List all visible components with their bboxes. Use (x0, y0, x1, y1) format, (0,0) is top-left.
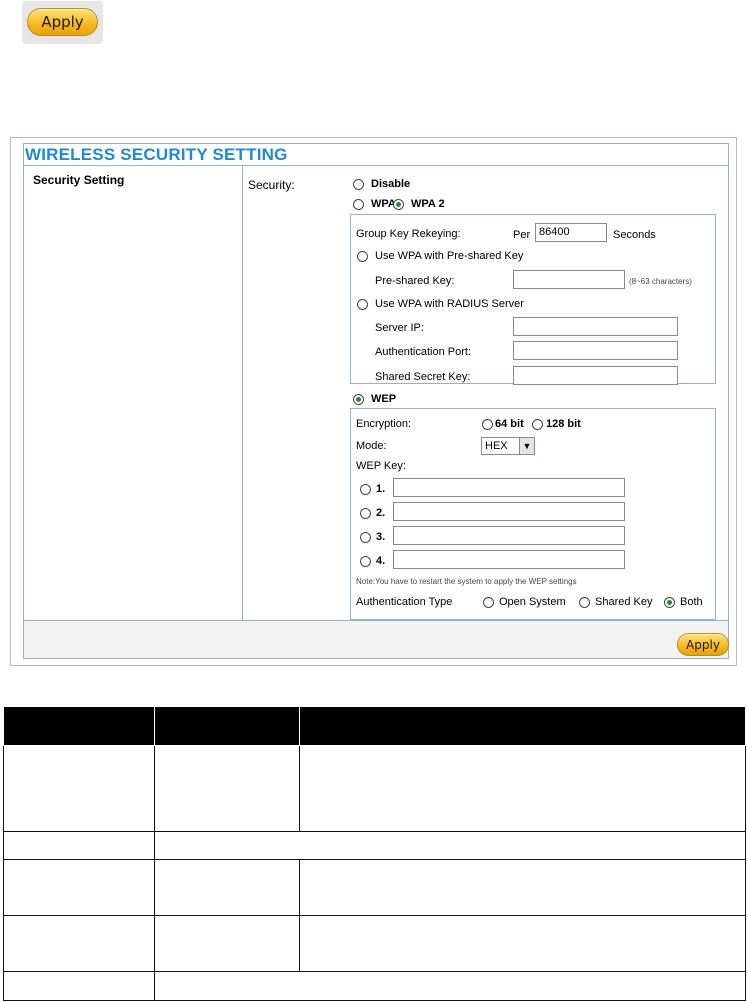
security-setting-label: Security Setting (33, 173, 125, 187)
wep-restart-note: Note:You have to restart the system to a… (356, 577, 577, 586)
mode-select-value: HEX (485, 440, 508, 452)
security-wep-radio[interactable] (353, 394, 364, 405)
mode-select[interactable]: HEX ▼ (481, 437, 535, 455)
table-cell (3, 859, 155, 916)
table-header-cell (154, 706, 300, 746)
security-label: Security: (248, 178, 295, 192)
encryption-64bit-radio[interactable] (482, 419, 493, 430)
table-row (3, 831, 746, 860)
wireless-security-panel: WIRELESS SECURITY SETTING Security Setti… (10, 137, 737, 666)
wep-key-1-input[interactable] (393, 478, 625, 497)
table-cell (3, 831, 155, 860)
table-cell (3, 915, 155, 972)
security-disable-radio[interactable] (353, 179, 364, 190)
page-title: WIRELESS SECURITY SETTING (24, 144, 728, 166)
wep-settings-box: Encryption: 64 bit 128 bit Mode: HEX ▼ W… (350, 408, 716, 620)
auth-open-system-radio[interactable] (483, 597, 494, 608)
encryption-128bit-radio[interactable] (532, 419, 543, 430)
group-key-rekeying-label: Group Key Rekeying: (356, 228, 461, 240)
table-header-cell (299, 706, 746, 746)
encryption-128bit-label: 128 bit (546, 418, 581, 430)
security-wpa2-radio[interactable] (393, 199, 404, 210)
chevron-down-icon: ▼ (519, 438, 534, 454)
auth-shared-key-radio[interactable] (579, 597, 590, 608)
wep-key-3-label: 3. (376, 531, 386, 543)
auth-both-label: Both (680, 596, 703, 608)
rekey-interval-input[interactable]: 86400 (535, 223, 607, 242)
table-cell (154, 831, 746, 860)
wep-key-2-input[interactable] (393, 502, 625, 521)
table-cell (299, 859, 746, 916)
wep-key-4-radio[interactable] (360, 556, 371, 567)
auth-shared-key-label: Shared Key (595, 596, 653, 608)
server-ip-label: Server IP: (375, 322, 424, 334)
table-cell (299, 915, 746, 972)
wpa-radius-radio[interactable] (357, 299, 368, 310)
security-wpa-radio[interactable] (353, 199, 364, 210)
wep-key-label: WEP Key: (356, 460, 406, 472)
table-cell (3, 971, 155, 1001)
mode-label: Mode: (356, 440, 387, 452)
pre-shared-key-label: Pre-shared Key: (375, 275, 455, 287)
shared-secret-key-input[interactable] (513, 366, 678, 385)
wpa-radius-option-label: Use WPA with RADIUS Server (375, 298, 524, 310)
wep-key-4-label: 4. (376, 555, 386, 567)
parameter-table (3, 706, 746, 1001)
settings-frame: WIRELESS SECURITY SETTING Security Setti… (23, 143, 729, 659)
encryption-64bit-label: 64 bit (495, 418, 524, 430)
encryption-label: Encryption: (356, 418, 412, 430)
apply-settings-button[interactable]: Apply (677, 633, 729, 656)
wep-key-2-label: 2. (376, 507, 386, 519)
security-wpa2-label: WPA 2 (411, 198, 445, 210)
table-cell (154, 915, 300, 972)
per-label: Per (513, 229, 531, 241)
psk-hint: (8~63 characters) (629, 277, 692, 286)
table-header-row (3, 706, 746, 746)
wep-key-4-input[interactable] (393, 550, 625, 569)
wep-key-3-input[interactable] (393, 526, 625, 545)
authentication-port-input[interactable] (513, 341, 678, 360)
wep-key-2-radio[interactable] (360, 508, 371, 519)
auth-open-system-label: Open System (499, 596, 566, 608)
panel-footer (24, 620, 728, 658)
security-disable-label: Disable (371, 178, 411, 190)
table-row (3, 971, 746, 1001)
left-column: Security Setting (24, 166, 243, 620)
apply-button-container: Apply (22, 1, 103, 44)
table-row (3, 915, 746, 972)
table-row (3, 859, 746, 916)
shared-secret-key-label: Shared Secret Key: (375, 371, 471, 383)
authentication-port-label: Authentication Port: (375, 346, 472, 358)
authentication-type-label: Authentication Type (356, 596, 453, 608)
wpa-settings-box: Group Key Rekeying: Per 86400 Seconds Us… (350, 214, 716, 385)
wpa-psk-option-label: Use WPA with Pre-shared Key (375, 250, 524, 262)
wep-key-3-radio[interactable] (360, 532, 371, 543)
security-wep-label: WEP (371, 393, 397, 405)
wep-key-1-label: 1. (376, 483, 386, 495)
pre-shared-key-input[interactable] (513, 270, 625, 289)
table-row (3, 745, 746, 832)
apply-button[interactable]: Apply (27, 8, 98, 36)
table-cell (154, 745, 300, 832)
seconds-label: Seconds (613, 229, 656, 241)
table-cell (154, 971, 746, 1001)
table-cell (3, 745, 155, 832)
table-header-cell (3, 706, 155, 746)
auth-both-radio[interactable] (664, 597, 675, 608)
wep-key-1-radio[interactable] (360, 484, 371, 495)
table-cell (299, 745, 746, 832)
table-cell (154, 859, 300, 916)
wpa-psk-radio[interactable] (357, 251, 368, 262)
server-ip-input[interactable] (513, 317, 678, 336)
